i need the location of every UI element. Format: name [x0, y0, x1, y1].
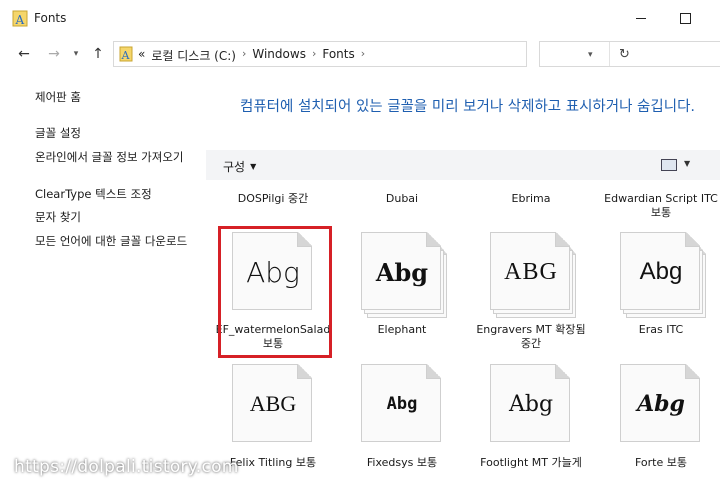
view-options-icon[interactable] — [661, 159, 677, 171]
font-settings-link[interactable]: 글꼴 설정 — [35, 126, 200, 140]
maximize-button[interactable] — [662, 6, 708, 30]
font-thumbnail: Abg — [355, 232, 451, 318]
navigation-bar: ← → ▾ ↑ A « 로컬 디스크 (C:) › Windows › Font… — [0, 36, 720, 72]
minimize-icon — [636, 17, 646, 19]
arrow-up-icon: ↑ — [92, 46, 104, 62]
font-item-label: Eras ITC — [638, 323, 684, 336]
address-bar[interactable]: A « 로컬 디스크 (C:) › Windows › Fonts › ▾ ↻ — [113, 41, 630, 67]
page-heading: 컴퓨터에 설치되어 있는 글꼴을 미리 보거나 삭제하고 표시하거나 숨깁니다. — [240, 99, 696, 115]
left-pane: 제어판 홈 글꼴 설정 온라인에서 글꼴 정보 가져오기 ClearType 텍… — [0, 72, 206, 492]
font-item-label: Forte 보통 — [634, 456, 687, 469]
search-input[interactable] — [539, 41, 720, 67]
font-item-label: Footlight MT 가늘게 — [480, 456, 582, 469]
font-sample: Abg — [639, 258, 683, 285]
font-sample: Abg — [508, 391, 554, 417]
title-bar: A Fonts — [0, 0, 720, 36]
font-thumbnail: Abg — [484, 364, 580, 444]
font-page: Abg — [620, 364, 700, 442]
font-page: Abg — [620, 232, 700, 310]
minimize-button[interactable] — [618, 6, 664, 30]
font-sample: ABG — [504, 258, 558, 285]
font-page: Abg — [361, 232, 441, 310]
up-button[interactable]: ↑ — [88, 44, 108, 64]
find-character-link[interactable]: 문자 찾기 — [35, 210, 200, 224]
breadcrumb-item[interactable]: Fonts — [322, 47, 354, 64]
chevron-right-icon[interactable]: › — [242, 47, 246, 64]
organize-label: 구성 — [223, 160, 246, 174]
font-thumbnail: Abg — [614, 232, 710, 318]
font-item-label[interactable]: Edwardian Script ITC 보통 — [600, 192, 720, 220]
recent-locations-button[interactable]: ▾ — [66, 44, 86, 64]
breadcrumb-overflow[interactable]: « — [138, 47, 145, 64]
chevron-down-icon: ▾ — [73, 49, 79, 59]
font-sample: Abg — [386, 394, 418, 414]
watermark-text: https://dolpali.tistory.com — [14, 457, 239, 477]
svg-text:A: A — [15, 13, 25, 27]
download-fonts-all-languages-link[interactable]: 모든 언어에 대한 글꼴 다운로드 — [35, 234, 200, 248]
font-page: ABG — [232, 364, 312, 442]
breadcrumb-item[interactable]: 로컬 디스크 (C:) — [151, 47, 236, 64]
arrow-right-icon: → — [48, 46, 60, 62]
control-panel-home-link[interactable]: 제어판 홈 — [35, 90, 200, 104]
get-font-info-online-link[interactable]: 온라인에서 글꼴 정보 가져오기 — [35, 150, 200, 164]
fonts-folder-icon: A — [119, 46, 133, 62]
breadcrumb: « 로컬 디스크 (C:) › Windows › Fonts › — [138, 47, 365, 64]
font-item-label[interactable]: DOSPilgi 중간 — [212, 192, 334, 206]
breadcrumb-item[interactable]: Windows — [252, 47, 306, 64]
organize-button[interactable]: 구성 ▼ — [223, 158, 256, 175]
font-page: Abg — [361, 364, 441, 442]
chevron-down-icon: ▼ — [250, 162, 257, 171]
maximize-icon — [679, 12, 691, 24]
adjust-cleartype-link[interactable]: ClearType 텍스트 조정 — [35, 187, 200, 201]
font-thumbnail: Abg — [614, 364, 710, 444]
font-item-label: Engravers MT 확장됨 중간 — [476, 323, 586, 350]
arrow-left-icon: ← — [18, 46, 30, 62]
forward-button[interactable]: → — [44, 44, 64, 64]
font-item-label[interactable]: Ebrima — [470, 192, 592, 206]
chevron-down-icon[interactable]: ▼ — [684, 159, 690, 168]
fonts-folder-icon: A — [12, 10, 28, 27]
font-item-label: Elephant — [377, 323, 427, 336]
font-thumbnail: ABG — [484, 232, 580, 318]
font-item-label: Fixedsys 보통 — [366, 456, 438, 469]
font-sample: ABG — [249, 391, 297, 416]
back-button[interactable]: ← — [14, 44, 34, 64]
font-item-label[interactable]: Dubai — [341, 192, 463, 206]
font-thumbnail: ABG — [226, 364, 322, 444]
font-sample: Abg — [375, 257, 429, 287]
chevron-right-icon[interactable]: › — [312, 47, 316, 64]
font-page: Abg — [490, 364, 570, 442]
command-bar: 구성 ▼ ▼ — [206, 150, 720, 180]
svg-text:A: A — [121, 49, 131, 62]
selection-highlight-box — [218, 226, 332, 358]
window-title: Fonts — [34, 11, 67, 25]
font-page: ABG — [490, 232, 570, 310]
font-sample: Abg — [637, 391, 685, 417]
chevron-right-icon[interactable]: › — [361, 47, 365, 64]
font-thumbnail: Abg — [355, 364, 451, 444]
